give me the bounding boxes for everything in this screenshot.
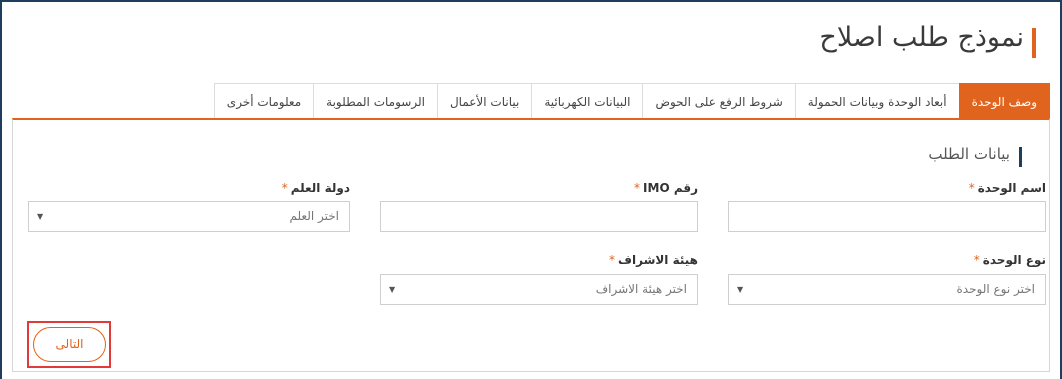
supervision-body-select[interactable]: اختر هيئة الاشراف ▼ (380, 274, 698, 305)
unit-type-label: نوع الوحدة* (973, 253, 1046, 267)
section-title: بيانات الطلب (928, 145, 1010, 163)
tab-unit-description[interactable]: وصف الوحدة (958, 83, 1050, 119)
unit-name-input[interactable] (728, 201, 1046, 232)
flag-country-select[interactable]: اختر العلم ▼ (28, 201, 350, 232)
section-accent-bar (1019, 147, 1022, 167)
flag-country-placeholder: اختر العلم (289, 209, 339, 223)
title-accent-bar (1032, 28, 1036, 58)
supervision-body-placeholder: اختر هيئة الاشراف (595, 282, 687, 296)
chevron-down-icon: ▼ (37, 212, 44, 221)
required-mark: * (634, 181, 641, 195)
imo-number-label: رقم IMO* (634, 181, 698, 195)
next-button[interactable]: التالى (33, 327, 106, 362)
tab-unit-dimensions-load[interactable]: أبعاد الوحدة وبيانات الحمولة (794, 83, 959, 119)
tab-electrical-data[interactable]: البيانات الكهربائية (531, 83, 643, 119)
required-mark: * (609, 253, 616, 267)
unit-type-placeholder: اختر نوع الوحدة (956, 282, 1035, 296)
supervision-body-label: هيئة الاشراف* (609, 253, 698, 267)
required-mark: * (281, 181, 288, 195)
imo-number-input[interactable] (380, 201, 698, 232)
tab-bar: وصف الوحدة أبعاد الوحدة وبيانات الحمولة … (213, 83, 1050, 119)
tab-works-data[interactable]: بيانات الأعمال (436, 83, 532, 119)
chevron-down-icon: ▼ (389, 285, 396, 294)
unit-name-label: اسم الوحدة* (968, 181, 1046, 195)
tab-docking-conditions[interactable]: شروط الرفع على الحوض (642, 83, 795, 119)
tab-required-drawings[interactable]: الرسومات المطلوبة (313, 83, 437, 119)
required-mark: * (968, 181, 975, 195)
required-mark: * (973, 253, 980, 267)
unit-type-select[interactable]: اختر نوع الوحدة ▼ (728, 274, 1046, 305)
flag-country-label: دولة العلم* (281, 181, 350, 195)
tab-other-info[interactable]: معلومات أخرى (213, 83, 314, 119)
form-panel (12, 118, 1050, 372)
chevron-down-icon: ▼ (737, 285, 744, 294)
page-title: نموذج طلب اصلاح (819, 22, 1024, 53)
